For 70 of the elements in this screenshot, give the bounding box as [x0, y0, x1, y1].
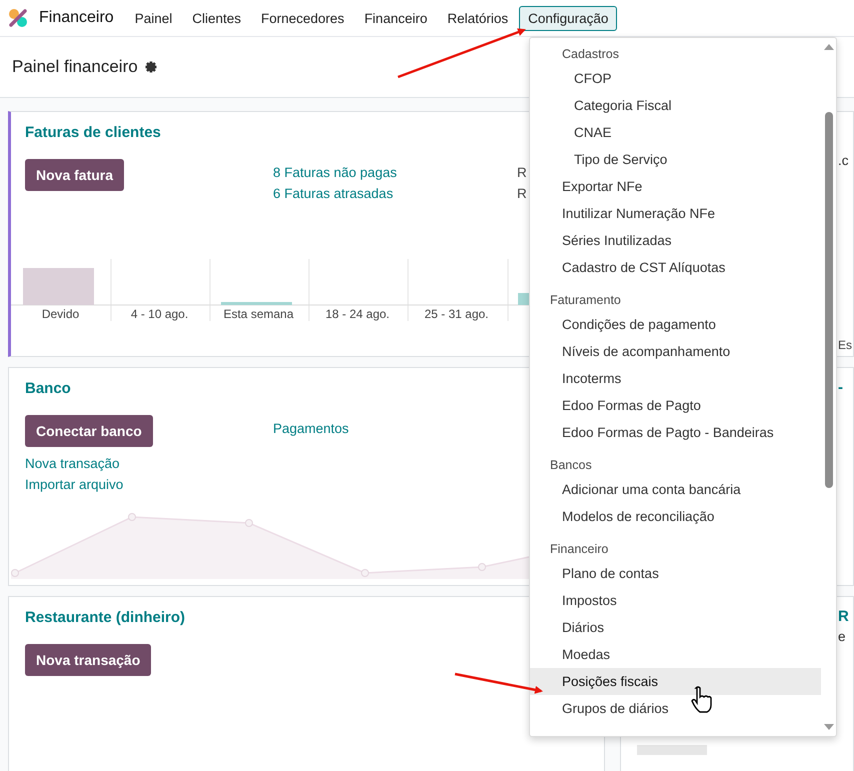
- axis-label: Devido: [40, 307, 80, 321]
- axis-label: Es: [838, 338, 853, 352]
- menu-section-header: Faturamento: [549, 292, 622, 309]
- menu-tab[interactable]: Fornecedores: [252, 6, 354, 30]
- page-title: Painel financeiro: [12, 57, 138, 77]
- menu-item[interactable]: Edoo Formas de Pagto - Bandeiras: [530, 419, 821, 446]
- scroll-down-icon: [824, 724, 834, 730]
- stat-link[interactable]: 6 Faturas atrasadas: [273, 183, 394, 204]
- scrollbar-thumb[interactable]: [824, 112, 832, 488]
- card-title: R: [838, 608, 850, 625]
- bar-chart-drawing: [637, 745, 707, 755]
- menu-item[interactable]: Diários: [530, 614, 821, 641]
- menu-item[interactable]: Exportar NFe: [530, 173, 821, 200]
- card-title: Restaurante (dinheiro): [25, 609, 186, 626]
- menu-item[interactable]: Incoterms: [530, 365, 821, 392]
- primary-button[interactable]: Conectar banco: [25, 415, 153, 447]
- data-point: [478, 563, 486, 571]
- menu-item[interactable]: Níveis de acompanhamento: [530, 338, 821, 365]
- hand-cursor-icon: [691, 686, 712, 713]
- menu-item[interactable]: Tipo de Serviço: [530, 146, 821, 173]
- menu-item[interactable]: Categoria Fiscal: [530, 92, 821, 119]
- amount-text: R: [517, 164, 527, 182]
- axis-label: 25 - 31 ago.: [423, 307, 490, 321]
- data-point: [245, 519, 253, 527]
- menu-item[interactable]: CNAE: [530, 119, 821, 146]
- data-point: [128, 513, 136, 521]
- menu-tab[interactable]: Clientes: [183, 6, 250, 30]
- card-title: Banco: [25, 380, 71, 397]
- menu-section-header: Cadastros: [561, 46, 620, 63]
- bar: [518, 293, 529, 305]
- menu-item[interactable]: Cadastro de CST Alíquotas: [530, 254, 821, 281]
- app-name: Financeiro: [39, 9, 114, 27]
- bar: [221, 302, 292, 305]
- action-link[interactable]: Nova transação: [25, 453, 120, 474]
- primary-button[interactable]: Nova transação: [25, 644, 152, 676]
- menu-item[interactable]: Inutilizar Numeração NFe: [530, 200, 821, 227]
- menu-item[interactable]: CFOP: [530, 65, 821, 92]
- stat-link[interactable]: Pagamentos: [273, 418, 349, 439]
- menu-item[interactable]: Modelos de reconciliação: [530, 503, 821, 530]
- menu-item[interactable]: Condições de pagamento: [530, 311, 821, 338]
- menu-tab[interactable]: Financeiro: [355, 6, 436, 30]
- menu-item[interactable]: Posições fiscais: [530, 668, 821, 695]
- axis-label: 4 - 10 ago.: [130, 307, 190, 321]
- axis-label: Esta semana: [222, 307, 295, 321]
- menu-tab[interactable]: Painel: [126, 6, 182, 30]
- menu-section-header: Financeiro: [549, 541, 610, 558]
- menu-item[interactable]: Plano de contas: [530, 560, 821, 587]
- app-logo-icon: [8, 8, 28, 28]
- menu-item[interactable]: Adicionar uma conta bancária: [530, 476, 821, 503]
- amount-text: R: [517, 185, 527, 203]
- card-text: e: [838, 629, 847, 644]
- menu-item[interactable]: Grupos de diários: [530, 695, 821, 722]
- scroll-up-icon: [824, 44, 834, 50]
- menu-tab[interactable]: Configuração: [519, 6, 618, 30]
- data-point: [11, 569, 19, 577]
- settings-icon: [144, 61, 157, 73]
- card-title: -: [838, 379, 844, 396]
- primary-button[interactable]: Nova fatura: [25, 159, 124, 191]
- stat-link[interactable]: 8 Faturas não pagas: [273, 162, 397, 183]
- menu-item[interactable]: Séries Inutilizadas: [530, 227, 821, 254]
- menu-section-header: Bancos: [549, 457, 593, 474]
- action-link[interactable]: Importar arquivo: [25, 474, 124, 495]
- menu-item[interactable]: Impostos: [530, 587, 821, 614]
- axis-label: 18 - 24 ago.: [324, 307, 391, 321]
- data-point: [361, 569, 369, 577]
- card-title: Faturas de clientes: [25, 124, 161, 141]
- menu-item[interactable]: Moedas: [530, 641, 821, 668]
- menu-item[interactable]: Edoo Formas de Pagto: [530, 392, 821, 419]
- card-text: .c: [838, 153, 850, 168]
- menu-tab[interactable]: Relatórios: [438, 6, 518, 30]
